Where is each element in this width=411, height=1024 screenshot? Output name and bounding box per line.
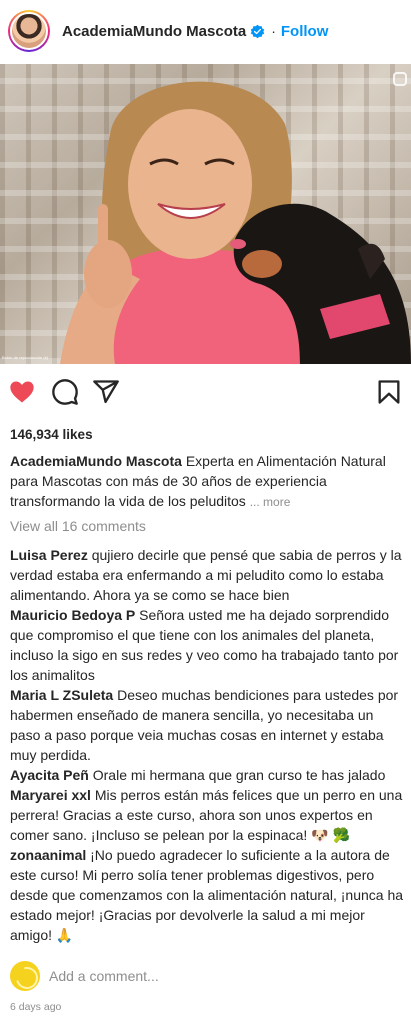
comment-username[interactable]: Maria L ZSuleta [10, 687, 113, 703]
comments-list: Luisa Perez qujiero decirle que pensé qu… [10, 545, 406, 945]
header-username[interactable]: AcademiaMundo Mascota [62, 23, 246, 40]
avatar[interactable] [10, 12, 48, 50]
post-caption: AcademiaMundo Mascota Experta en Aliment… [10, 451, 405, 512]
photo-illustration [60, 81, 411, 364]
post-timestamp: 6 days ago [10, 1001, 62, 1013]
view-all-comments-link[interactable]: View all 16 comments [10, 518, 146, 534]
instagram-icon [393, 72, 407, 86]
comment-username[interactable]: zonaanimal [10, 847, 86, 863]
likes-count[interactable]: 146,934 likes [10, 427, 93, 442]
comment-item: Luisa Perez qujiero decirle que pensé qu… [10, 545, 406, 605]
comment-username[interactable]: Maryarei xxl [10, 787, 91, 803]
heart-filled-icon[interactable] [8, 378, 36, 406]
paper-plane-icon[interactable] [92, 378, 120, 406]
comment-username[interactable]: Ayacita Peñ [10, 767, 89, 783]
caption-username[interactable]: AcademiaMundo Mascota [10, 453, 182, 469]
comment-item: Ayacita Peñ Orale mi hermana que gran cu… [10, 765, 406, 785]
post-photo[interactable]: Botón de reproducción (k) [0, 64, 411, 364]
comment-item: Maryarei xxl Mis perros están más felice… [10, 785, 406, 845]
header-separator: · [271, 23, 276, 39]
comment-username[interactable]: Mauricio Bedoya P [10, 607, 135, 623]
photo-overlay-text: Botón de reproducción (k) [2, 355, 49, 360]
add-comment-row [10, 960, 406, 992]
comment-item: Maria L ZSuleta Deseo muchas bendiciones… [10, 685, 406, 765]
comment-username[interactable]: Luisa Perez [10, 547, 88, 563]
bookmark-icon[interactable] [375, 378, 403, 406]
comment-text: Orale mi hermana que gran curso te has j… [92, 767, 386, 783]
action-bar [0, 372, 411, 412]
comment-bubble-icon[interactable] [51, 378, 79, 406]
add-comment-input[interactable] [49, 968, 389, 984]
more-link[interactable]: ... more [250, 495, 291, 509]
current-user-avatar [10, 961, 40, 991]
post-header: AcademiaMundo Mascota · Follow [0, 0, 411, 62]
profile-avatar-ring[interactable] [8, 10, 50, 52]
verified-badge-icon [250, 24, 265, 38]
comment-item: Mauricio Bedoya P Señora usted me ha dej… [10, 605, 406, 685]
comment-item: zonaanimal ¡No puedo agradecer lo sufici… [10, 845, 406, 945]
follow-button[interactable]: Follow [281, 23, 329, 40]
